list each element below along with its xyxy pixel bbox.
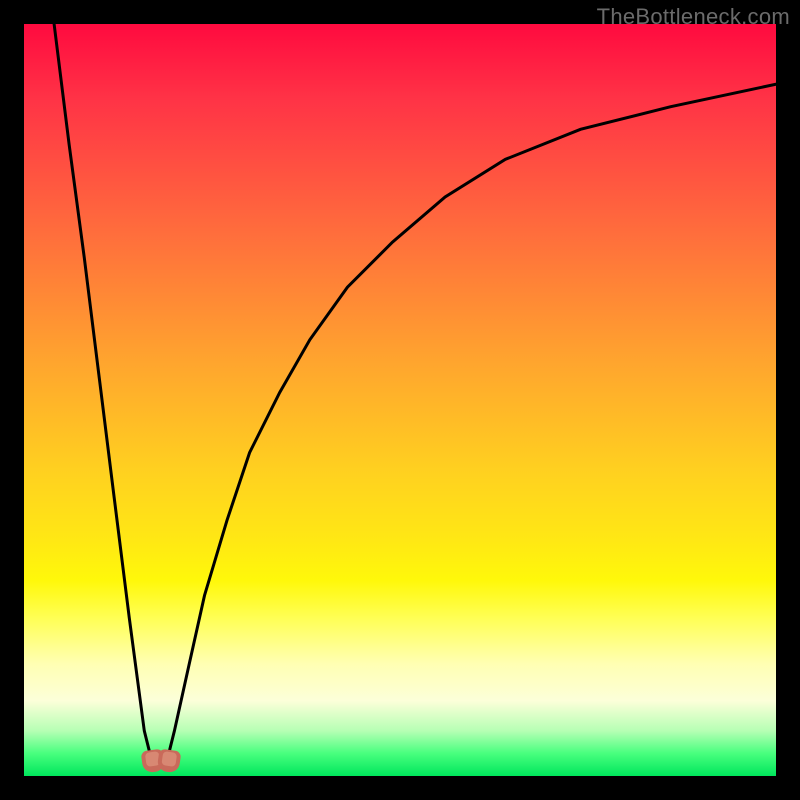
chart-plot-area: [24, 24, 776, 776]
bottleneck-curve: [24, 24, 776, 776]
cusp-marker-right-inner: [161, 751, 177, 767]
watermark-label: TheBottleneck.com: [597, 4, 790, 30]
